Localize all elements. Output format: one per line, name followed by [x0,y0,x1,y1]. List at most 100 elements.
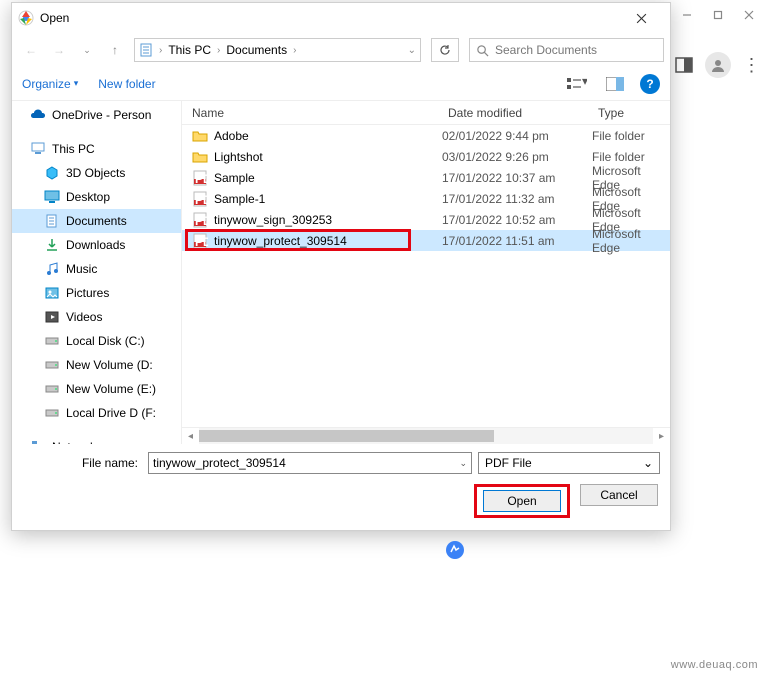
sidebar-item-label: Local Drive D (F: [66,406,156,420]
drive-icon [44,357,60,373]
file-name: Adobe [214,129,249,143]
window-maximize-button[interactable] [702,0,733,30]
breadcrumb-documents[interactable]: Documents [224,43,289,57]
dialog-title: Open [40,11,619,25]
search-icon [476,44,489,57]
documents-icon [139,42,155,58]
back-button[interactable]: ← [18,37,44,63]
breadcrumb-this-pc[interactable]: This PC [166,43,213,57]
sidebar-item-label: Local Disk (C:) [66,334,145,348]
sidebar-item-label: New Volume (D: [66,358,153,372]
filename-input[interactable]: tinywow_protect_309514 ⌄ [148,452,472,474]
downloads-icon [44,237,60,253]
chevron-down-icon[interactable]: ⌄ [408,45,416,56]
pdf-icon: PDF [192,212,208,228]
desktop-icon [44,189,60,205]
sidebar-item-label: Pictures [66,286,109,300]
chevron-down-icon: ⌄ [643,456,653,470]
pdf-icon: PDF [192,170,208,186]
up-button[interactable]: ↑ [102,37,128,63]
file-name: tinywow_sign_309253 [214,213,332,227]
file-row[interactable]: Adobe02/01/2022 9:44 pmFile folder [182,125,670,146]
pictures-icon [44,285,60,301]
preview-pane-button[interactable] [602,73,628,95]
close-icon[interactable] [619,3,664,33]
videos-icon [44,309,60,325]
sidebar-item-new-volume-e-[interactable]: New Volume (E:) [12,377,181,401]
drive-icon [44,333,60,349]
column-type[interactable]: Type [592,106,670,120]
file-rows: Adobe02/01/2022 9:44 pmFile folderLights… [182,125,670,427]
file-type: Microsoft Edge [592,227,670,255]
chrome-icon [18,10,34,26]
sidebar-item-label: Downloads [66,238,125,252]
titlebar: Open [12,3,670,33]
sidebar-item-label: Documents [66,214,127,228]
folder-icon [192,149,208,165]
recent-dropdown[interactable]: ⌄ [74,37,100,63]
sidebar-item-this-pc[interactable]: This PC [12,137,181,161]
column-date[interactable]: Date modified [442,106,592,120]
sidebar-item-pictures[interactable]: Pictures [12,281,181,305]
open-button[interactable]: Open [483,490,561,512]
cancel-button[interactable]: Cancel [580,484,658,506]
dialog-toolbar: Organize▾ New folder ▾ ? [12,67,670,101]
file-header: Name Date modified Type [182,101,670,125]
scroll-right-icon[interactable]: ▸ [653,428,670,444]
pdf-icon: PDF [192,233,208,249]
navigation-bar: ← → ⌄ ↑ › This PC › Documents › ⌄ Search… [12,33,670,67]
view-options-button[interactable]: ▾ [564,73,590,95]
open-file-dialog: Open ← → ⌄ ↑ › This PC › Documents › ⌄ S… [11,2,671,531]
svg-text:PDF: PDF [195,172,208,186]
sidebar-item-network[interactable]: Network [12,435,181,444]
sidebar-item-music[interactable]: Music [12,257,181,281]
filetype-select[interactable]: PDF File ⌄ [478,452,660,474]
svg-text:PDF: PDF [195,193,208,207]
file-date: 17/01/2022 10:52 am [442,213,592,227]
sidebar-item-downloads[interactable]: Downloads [12,233,181,257]
filetype-value: PDF File [485,456,532,470]
help-button[interactable]: ? [640,74,660,94]
chevron-down-icon[interactable]: ⌄ [459,458,467,469]
column-name[interactable]: Name [182,106,442,120]
horizontal-scrollbar[interactable]: ◂ ▸ [182,427,670,444]
organize-button[interactable]: Organize▾ [22,77,78,91]
sidebar-item-videos[interactable]: Videos [12,305,181,329]
svg-text:PDF: PDF [195,214,208,228]
sidebar-item-onedrive-person[interactable]: OneDrive - Person [12,103,181,127]
folder-icon [192,128,208,144]
file-name: Sample [214,171,255,185]
window-close-button[interactable] [733,0,764,30]
scrollbar-thumb[interactable] [199,430,494,442]
sidebar-item-local-drive-d-f-[interactable]: Local Drive D (F: [12,401,181,425]
file-date: 17/01/2022 11:32 am [442,192,592,206]
file-date: 03/01/2022 9:26 pm [442,150,592,164]
kebab-menu-icon[interactable]: ⋮ [742,55,762,75]
svg-text:▾: ▾ [582,77,587,88]
sidebar-item-local-disk-c-[interactable]: Local Disk (C:) [12,329,181,353]
filename-label: File name: [22,456,142,470]
sidebar-item-desktop[interactable]: Desktop [12,185,181,209]
documents-icon [44,213,60,229]
app-icon [445,540,465,560]
sidebar-item-documents[interactable]: Documents [12,209,181,233]
drive-icon [44,405,60,421]
3d-icon [44,165,60,181]
pdf-icon: PDF [192,191,208,207]
refresh-button[interactable] [431,38,459,62]
window-minimize-button[interactable] [671,0,702,30]
avatar-icon[interactable] [705,52,731,78]
sidebar-item-new-volume-d-[interactable]: New Volume (D: [12,353,181,377]
breadcrumb[interactable]: › This PC › Documents › ⌄ [134,38,421,62]
side-panel-icon[interactable] [674,55,694,75]
chevron-right-icon: › [215,45,222,56]
search-input[interactable]: Search Documents [469,38,664,62]
sidebar-item-3d-objects[interactable]: 3D Objects [12,161,181,185]
sidebar-item-label: OneDrive - Person [52,108,151,122]
sidebar-item-label: 3D Objects [66,166,125,180]
file-name: Sample-1 [214,192,265,206]
forward-button[interactable]: → [46,37,72,63]
scroll-left-icon[interactable]: ◂ [182,428,199,444]
new-folder-button[interactable]: New folder [98,77,155,91]
file-row[interactable]: PDFtinywow_protect_30951417/01/2022 11:5… [182,230,670,251]
